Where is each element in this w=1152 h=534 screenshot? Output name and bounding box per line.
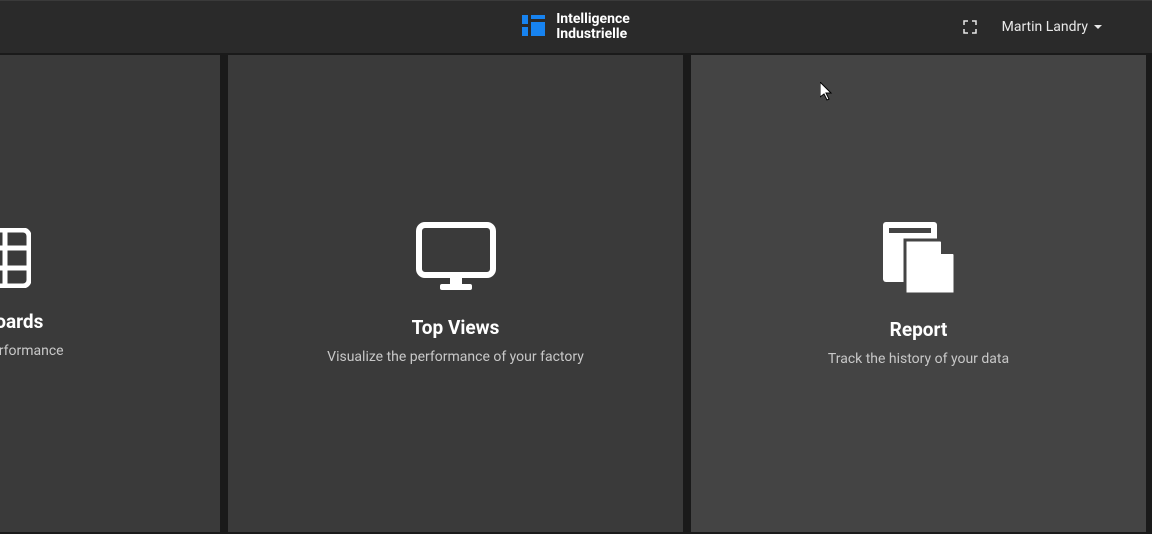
monitor-icon <box>416 222 496 298</box>
cards-row: Dashboards Real-time performance Top Vie… <box>0 55 1152 532</box>
card-top-views[interactable]: Top Views Visualize the performance of y… <box>228 55 683 532</box>
brand-line1: Intelligence <box>556 12 630 27</box>
card-subtitle: Real-time performance <box>0 343 64 359</box>
fullscreen-button[interactable] <box>962 19 978 35</box>
card-report[interactable]: Report Track the history of your data <box>691 55 1146 532</box>
brand-line2: Industrielle <box>556 27 630 42</box>
dashboard-icon <box>0 228 31 292</box>
card-dashboards[interactable]: Dashboards Real-time performance <box>0 55 220 532</box>
brand-text: Intelligence Industrielle <box>556 12 630 43</box>
app-header: Intelligence Industrielle Martin Landry <box>0 1 1152 55</box>
brand-logo[interactable]: Intelligence Industrielle <box>522 12 630 43</box>
chevron-down-icon <box>1094 25 1102 29</box>
card-title: Dashboards <box>0 310 43 333</box>
card-title: Report <box>890 318 948 341</box>
card-subtitle: Visualize the performance of your factor… <box>327 349 584 365</box>
user-name: Martin Landry <box>1002 19 1088 35</box>
card-subtitle: Track the history of your data <box>828 351 1009 367</box>
report-icon <box>881 220 957 300</box>
header-right: Martin Landry <box>962 19 1102 35</box>
fullscreen-icon <box>963 20 977 34</box>
user-menu[interactable]: Martin Landry <box>1002 19 1102 35</box>
logo-mark-icon <box>522 13 546 41</box>
card-title: Top Views <box>412 316 500 339</box>
